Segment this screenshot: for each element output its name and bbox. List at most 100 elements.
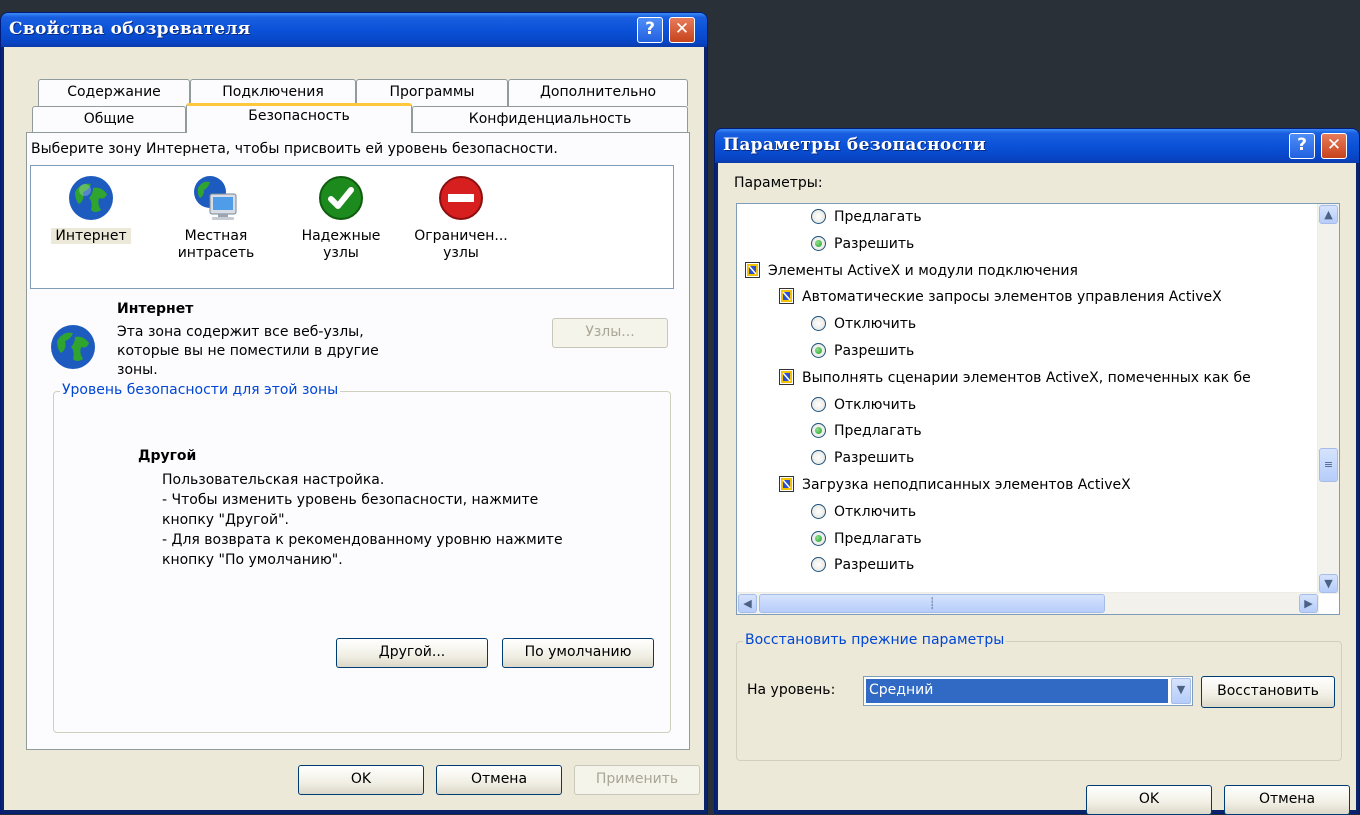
level-desc-line: - Для возврата к рекомендованному уровню…: [162, 532, 563, 548]
level-desc-line: кнопку "Другой".: [162, 512, 289, 528]
ok-button[interactable]: OK: [298, 765, 424, 795]
zone-title: Интернет: [117, 301, 194, 317]
internet-options-window: Свойства обозревателя ? ✕ Содержание Под…: [0, 12, 708, 814]
security-level-group: Уровень безопасности для этой зоны Друго…: [53, 382, 671, 733]
ok-button[interactable]: OK: [1086, 785, 1212, 815]
titlebar[interactable]: Параметры безопасности ? ✕: [715, 129, 1359, 163]
row-label: Разрешить: [834, 450, 915, 467]
chevron-down-icon[interactable]: ▼: [1171, 678, 1191, 704]
scroll-hthumb[interactable]: ┊: [759, 594, 1105, 613]
zone-restricted-sites[interactable]: Ограничен... узлы: [406, 174, 516, 262]
red-stop-icon: [437, 174, 485, 222]
cancel-button[interactable]: Отмена: [436, 765, 562, 795]
row-label: Предлагать: [834, 209, 922, 225]
apply-button[interactable]: Применить: [574, 765, 700, 795]
radio-unchecked-icon[interactable]: [811, 503, 826, 519]
scroll-down-arrow-icon[interactable]: ▼: [1319, 574, 1338, 593]
radio-option[interactable]: Разрешить: [811, 340, 914, 362]
settings-tree[interactable]: Предлагать Разрешить Элементы ActiveX и мо…: [736, 203, 1340, 615]
zone-local-intranet[interactable]: Местная интрасеть: [161, 174, 271, 262]
radio-checked-icon[interactable]: [811, 423, 826, 439]
radio-checked-icon[interactable]: [811, 235, 826, 251]
sites-button[interactable]: Узлы...: [552, 318, 668, 348]
zone-local-intranet-label2: интрасеть: [177, 245, 255, 261]
dialog-client: Содержание Подключения Программы Дополни…: [4, 47, 704, 810]
params-label: Параметры:: [734, 175, 823, 191]
zone-prompt: Выберите зону Интернета, чтобы присвоить…: [31, 141, 558, 157]
globe-icon: [67, 174, 115, 222]
row-label: Выполнять сценарии элементов ActiveX, по…: [802, 369, 1251, 386]
tab-content[interactable]: Содержание: [38, 79, 190, 106]
row-label: Загрузка неподписанных элементов ActiveX: [802, 477, 1131, 493]
zone-local-intranet-label1: Местная: [184, 228, 248, 244]
close-button[interactable]: ✕: [1321, 133, 1347, 159]
window-title: Свойства обозревателя: [9, 19, 251, 39]
settings-page-icon: [745, 261, 760, 278]
security-tab-panel: Выберите зону Интернета, чтобы присвоить…: [26, 132, 690, 750]
close-button[interactable]: ✕: [669, 17, 695, 43]
computer-globe-icon: [192, 174, 240, 222]
radio-option[interactable]: Предлагать: [811, 206, 922, 228]
level-desc-line: кнопку "По умолчанию".: [162, 552, 343, 568]
tab-general[interactable]: Общие: [32, 106, 186, 133]
settings-page-icon: [779, 368, 794, 385]
row-label: Разрешить: [834, 343, 915, 359]
dialog-client: Параметры: Предлагать Разрешить Элементы A…: [718, 163, 1356, 815]
zone-list[interactable]: Интернет Местная интрасеть Надежные узлы…: [30, 165, 674, 289]
radio-option[interactable]: Предлагать: [811, 528, 922, 550]
radio-option[interactable]: Разрешить: [811, 447, 914, 469]
reset-level-select[interactable]: Средний ▼: [863, 676, 1193, 706]
radio-unchecked-icon[interactable]: [811, 316, 826, 332]
titlebar[interactable]: Свойства обозревателя ? ✕: [1, 13, 707, 47]
tab-advanced[interactable]: Дополнительно: [508, 79, 688, 106]
radio-unchecked-icon[interactable]: [811, 396, 826, 412]
row-label: Автоматические запросы элементов управле…: [802, 289, 1222, 306]
zone-trusted-sites-label2: узлы: [323, 245, 359, 261]
radio-option[interactable]: Разрешить: [811, 233, 914, 255]
radio-option[interactable]: Разрешить: [811, 554, 914, 576]
row-label: Разрешить: [834, 235, 915, 252]
row-label: Предлагать: [834, 423, 922, 440]
help-button[interactable]: ?: [637, 17, 663, 43]
settings-page-icon: [779, 288, 794, 305]
radio-unchecked-icon[interactable]: [811, 450, 826, 466]
level-description: Пользовательская настройка. - Чтобы изме…: [162, 470, 563, 570]
custom-level-button[interactable]: Другой...: [336, 638, 488, 668]
horizontal-scrollbar[interactable]: ◀ ┊ ▶: [737, 592, 1319, 614]
zone-internet-label: Интернет: [51, 228, 131, 244]
reset-button[interactable]: Восстановить: [1201, 676, 1335, 708]
zone-internet[interactable]: Интернет: [41, 174, 141, 245]
tab-connections[interactable]: Подключения: [190, 79, 356, 106]
row-label: Предлагать: [834, 530, 922, 547]
radio-checked-icon[interactable]: [811, 343, 826, 358]
settings-category: Элементы ActiveX и модули подключения: [745, 260, 1078, 282]
radio-unchecked-icon[interactable]: [811, 557, 826, 573]
radio-option[interactable]: Отключить: [811, 501, 916, 523]
zone-description: Эта зона содержит все веб-узлы, которые …: [117, 323, 379, 380]
radio-option[interactable]: Отключить: [811, 313, 916, 335]
tab-programs[interactable]: Программы: [356, 79, 508, 106]
tab-privacy[interactable]: Конфиденциальность: [412, 106, 688, 133]
zone-restricted-sites-label2: узлы: [443, 245, 479, 261]
radio-option[interactable]: Предлагать: [811, 420, 922, 442]
radio-checked-icon[interactable]: [811, 530, 826, 546]
cancel-button[interactable]: Отмена: [1224, 785, 1350, 815]
green-check-icon: [317, 174, 365, 222]
row-label: Отключить: [834, 396, 917, 413]
tab-security[interactable]: Безопасность: [186, 103, 412, 133]
radio-option[interactable]: Отключить: [811, 394, 916, 416]
scroll-up-arrow-icon[interactable]: ▲: [1319, 205, 1338, 224]
scroll-right-arrow-icon[interactable]: ▶: [1299, 594, 1318, 613]
zone-trusted-sites[interactable]: Надежные узлы: [291, 174, 391, 262]
vertical-scrollbar[interactable]: ▲ ≡ ▼: [1317, 204, 1339, 594]
security-level-group-label: Уровень безопасности для этой зоны: [60, 382, 341, 398]
settings-item: Выполнять сценарии элементов ActiveX, по…: [779, 367, 1251, 389]
level-desc-line: Пользовательская настройка.: [162, 472, 385, 488]
scroll-thumb[interactable]: ≡: [1319, 448, 1338, 482]
default-level-button[interactable]: По умолчанию: [502, 638, 654, 668]
help-button[interactable]: ?: [1289, 133, 1315, 159]
zone-desc-line: зоны.: [117, 362, 158, 378]
window-title: Параметры безопасности: [723, 135, 986, 155]
scroll-left-arrow-icon[interactable]: ◀: [738, 594, 757, 613]
radio-unchecked-icon[interactable]: [811, 209, 826, 224]
